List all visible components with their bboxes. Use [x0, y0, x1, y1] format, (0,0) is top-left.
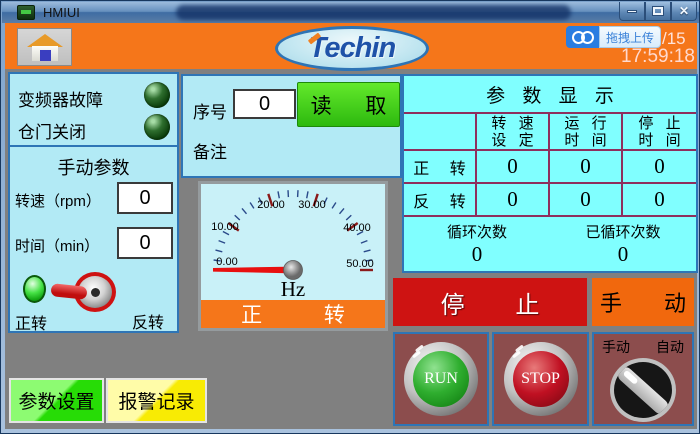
- run-button-face: RUN: [413, 351, 469, 407]
- time-input[interactable]: 0: [117, 227, 173, 259]
- brand-logo-text: Techin: [309, 32, 395, 65]
- col-header-runtime: 运 行 时 间: [550, 114, 623, 151]
- stop-button-face: STOP: [513, 351, 569, 407]
- toggle-center: [91, 288, 100, 297]
- forward-speed-value: 0: [477, 151, 550, 184]
- note-label: 备注: [193, 138, 227, 163]
- cycles-set: 循环次数 0: [404, 217, 550, 271]
- close-icon: ✕: [679, 4, 689, 18]
- selector-manual-label: 手动: [602, 337, 630, 357]
- gauge-tick-label: 0.00: [205, 256, 249, 268]
- col-header-stoptime: 停 止 时 间: [623, 114, 696, 151]
- app-icon: [17, 5, 35, 20]
- rotary-face: [614, 362, 672, 418]
- minimize-button[interactable]: [619, 2, 645, 21]
- serial-label: 序号: [193, 98, 227, 123]
- forward-runtime-value: 0: [550, 151, 623, 184]
- hmi-content: Techin 拖拽上传 /15 17:59:18 变频器故障 仓门关闭 手动参数…: [5, 23, 697, 429]
- cycles-done: 已循环次数 0: [550, 217, 696, 271]
- gauge-tick-label: 20.00: [249, 199, 293, 211]
- drag-upload-button[interactable]: 拖拽上传: [599, 26, 661, 48]
- gauge-tick-label: 30.00: [290, 199, 334, 211]
- param-settings-button[interactable]: 参数设置: [9, 378, 104, 423]
- button-shine: [412, 351, 421, 359]
- cycles-label: 循环次数: [447, 221, 507, 242]
- forward-run-led: [23, 275, 46, 303]
- clock-display: 17:59:18: [587, 46, 695, 68]
- read-button[interactable]: 读 取: [297, 82, 400, 127]
- manual-params-title: 手动参数: [10, 154, 177, 180]
- run-button[interactable]: RUN: [404, 342, 478, 416]
- direction-banner: 正 转: [201, 300, 385, 328]
- panel-divider: [10, 145, 177, 147]
- toggle-lever: [50, 283, 87, 300]
- mode-selector-panel: 手动 自动: [592, 332, 694, 426]
- params-display-panel: 参 数 显 示 转 速 设 定 运 行 时 间 停 止 时 间 正 转 0 0: [402, 74, 698, 273]
- brand-logo: Techin: [275, 26, 429, 71]
- frequency-gauge-panel: 0.00 10.00 20.00 30.00 40.00 50.00 Hz 正 …: [198, 181, 388, 331]
- reverse-label: 反转: [132, 309, 164, 333]
- title-bar: HMIUI ✕: [2, 2, 700, 23]
- alarm-record-button[interactable]: 报警记录: [106, 378, 207, 423]
- record-panel: 序号 0 读 取 备注: [181, 74, 402, 178]
- cycles-done-value: 0: [618, 242, 629, 267]
- corner-cell: [404, 114, 477, 151]
- stop-button-panel: STOP: [492, 332, 589, 426]
- gauge-tick-label: 10.00: [203, 221, 247, 233]
- reverse-stoptime-value: 0: [623, 184, 696, 217]
- rotary-lever: [615, 364, 671, 417]
- maximize-icon: [653, 7, 663, 15]
- col-header-speed: 转 速 设 定: [477, 114, 550, 151]
- gauge-tick-label: 50.00: [338, 258, 382, 270]
- selector-auto-label: 自动: [656, 337, 684, 357]
- hmi-header: Techin 拖拽上传 /15 17:59:18: [5, 23, 697, 69]
- serial-input[interactable]: 0: [233, 89, 296, 119]
- speed-label: 转速（rpm）: [15, 190, 101, 211]
- mode-rotary-switch[interactable]: [610, 358, 676, 422]
- maximize-button[interactable]: [645, 2, 671, 21]
- cycles-section: 循环次数 0 已循环次数 0: [404, 217, 696, 271]
- time-label: 时间（min）: [15, 235, 99, 256]
- forward-label: 正转: [15, 310, 47, 334]
- button-shine: [512, 351, 521, 359]
- speed-input[interactable]: 0: [117, 182, 173, 214]
- direction-toggle-switch[interactable]: [68, 272, 116, 314]
- gauge-tick-label: 40.00: [335, 222, 379, 234]
- window-title: HMIUI: [43, 5, 80, 20]
- reverse-speed-value: 0: [477, 184, 550, 217]
- stop-button-round[interactable]: STOP: [504, 342, 578, 416]
- redacted-path: [176, 5, 571, 20]
- status-panel: 变频器故障 仓门关闭 手动参数 转速（rpm） 0 时间（min） 0 正转 反…: [8, 72, 179, 333]
- door-closed-label: 仓门关闭: [18, 118, 86, 143]
- window-controls: ✕: [619, 2, 697, 21]
- cycles-done-label: 已循环次数: [585, 221, 660, 242]
- inverter-fault-label: 变频器故障: [18, 86, 103, 111]
- stop-bar-button[interactable]: 停 止: [393, 278, 587, 326]
- home-button[interactable]: [17, 28, 72, 66]
- params-table: 转 速 设 定 运 行 时 间 停 止 时 间 正 转 0 0 0 反 转 0 …: [404, 114, 696, 217]
- reverse-runtime-value: 0: [550, 184, 623, 217]
- row-label-forward: 正 转: [404, 151, 477, 184]
- params-title: 参 数 显 示: [404, 76, 696, 114]
- row-label-reverse: 反 转: [404, 184, 477, 217]
- close-button[interactable]: ✕: [671, 2, 697, 21]
- cloud-upload-icon[interactable]: [566, 26, 599, 48]
- minimize-icon: [627, 10, 637, 13]
- manual-bar-button[interactable]: 手 动: [592, 278, 694, 326]
- cycles-value: 0: [472, 242, 483, 267]
- door-closed-indicator: [144, 114, 170, 140]
- inverter-fault-indicator: [144, 82, 170, 108]
- hmi-window: HMIUI ✕ Techin 拖拽上传 /15 17:59:18: [0, 0, 700, 434]
- run-button-panel: RUN: [393, 332, 489, 426]
- forward-stoptime-value: 0: [623, 151, 696, 184]
